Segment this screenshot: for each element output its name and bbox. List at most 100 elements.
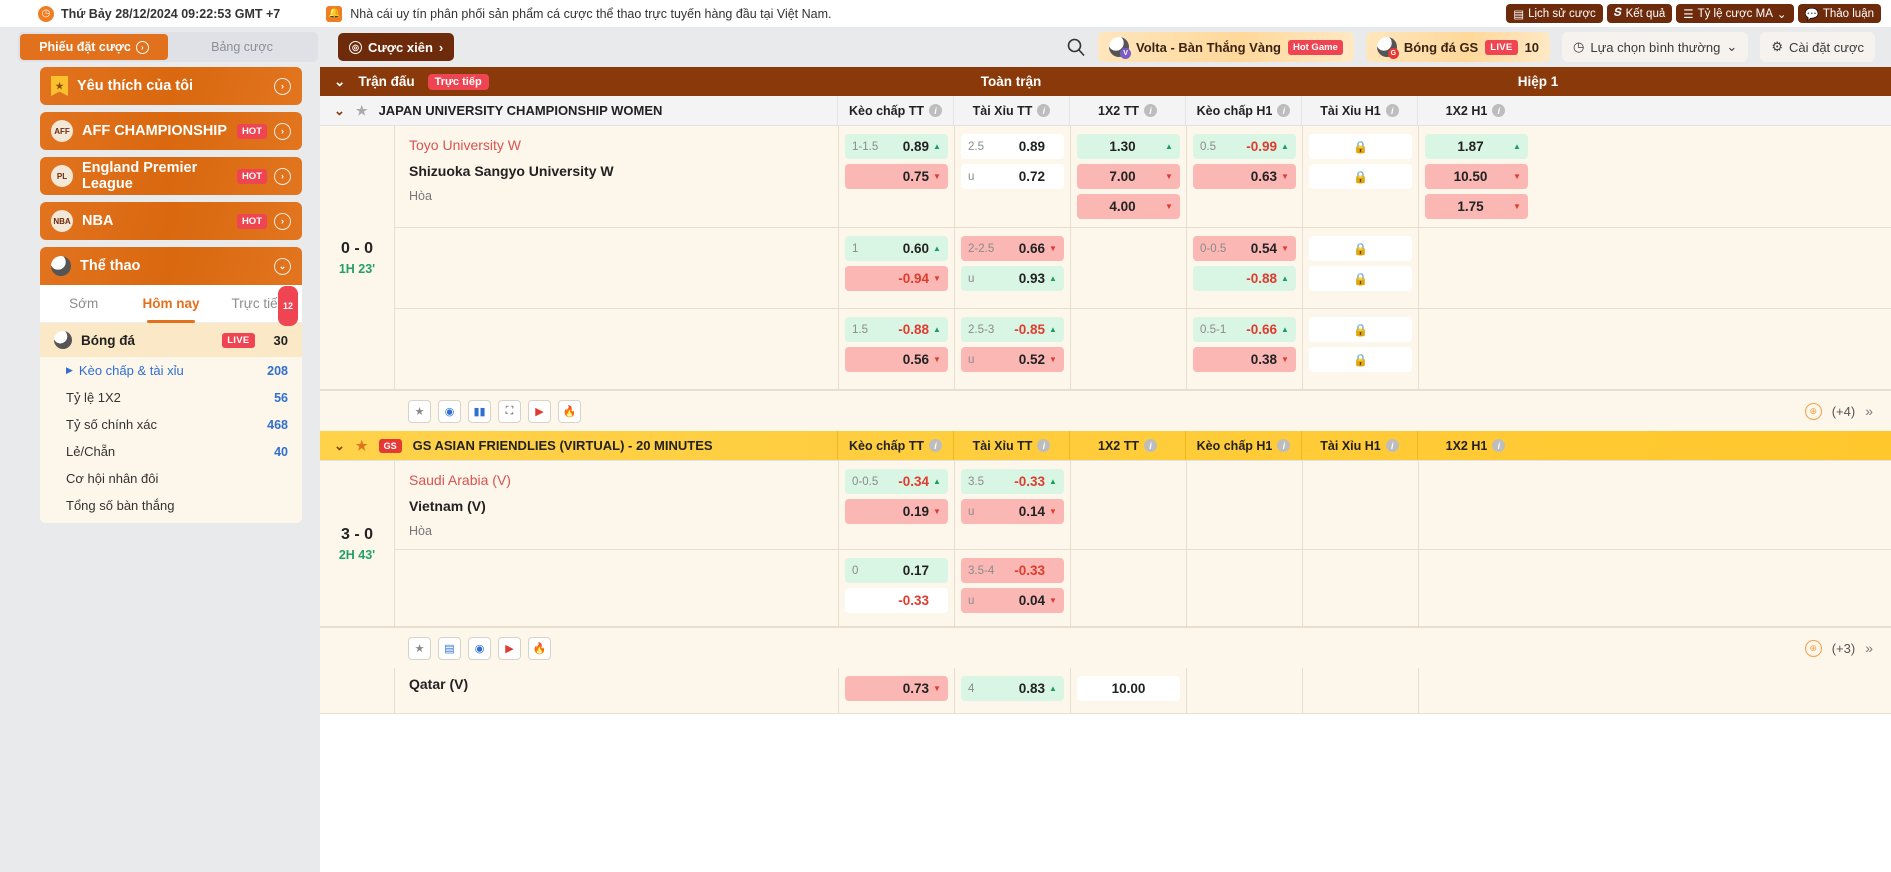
odds-cell[interactable]: 0.5-1 -0.66 ▲ — [1193, 317, 1296, 342]
odds-cell[interactable]: 2-2.5 0.66 ▼ — [961, 236, 1064, 261]
odds-cell[interactable]: 1.5 -0.88 ▲ — [845, 317, 948, 342]
market-item-odd-even[interactable]: Lẻ/Chẵn 40 — [40, 438, 302, 465]
odds-cell[interactable]: 10.50 ▼ — [1425, 164, 1528, 189]
market-item-correct-score[interactable]: Tỷ số chính xác 468 — [40, 411, 302, 438]
info-icon[interactable]: i — [1386, 439, 1399, 452]
odds-cell[interactable]: u 0.52 ▼ — [961, 347, 1064, 372]
odds-cell[interactable]: 3.5 -0.33 ▲ — [961, 469, 1064, 494]
odds-cell[interactable]: u 0.93 ▲ — [961, 266, 1064, 291]
sidebar-item-nba[interactable]: NBA NBA HOT › — [40, 202, 302, 240]
odds-cell[interactable]: -0.94 ▼ — [845, 266, 948, 291]
odds-ma-button[interactable]: ☰ Tỷ lệ cược MA ⌄ — [1676, 4, 1793, 23]
odds-cell[interactable]: u 0.04 ▼ — [961, 588, 1064, 613]
odds-cell[interactable]: 2.5 0.89 — [961, 134, 1064, 159]
info-icon[interactable]: i — [929, 439, 942, 452]
sport-head-football[interactable]: Bóng đá LIVE 30 — [40, 323, 302, 357]
parlay-button[interactable]: ◎ Cược xiên › — [338, 33, 454, 61]
fire-icon[interactable]: 🔥 — [558, 400, 581, 423]
chip-volta[interactable]: Volta - Bàn Thắng Vàng Hot Game — [1098, 32, 1354, 62]
odds-cell[interactable]: u 0.72 — [961, 164, 1064, 189]
sidebar-item-nba-label: NBA — [82, 213, 113, 229]
odds-cell[interactable]: 2.5-3 -0.85 ▲ — [961, 317, 1064, 342]
info-icon[interactable]: i — [1492, 439, 1505, 452]
league-gs-group[interactable]: ⌄ ★ GS GS ASIAN FRIENDLIES (VIRTUAL) - 2… — [320, 431, 837, 460]
tab-betslip[interactable]: Phiếu đặt cược › — [20, 34, 168, 60]
odds-cell[interactable]: 1.30 ▲ — [1077, 134, 1180, 159]
chevron-double-right-icon[interactable]: » — [1865, 640, 1873, 656]
results-button[interactable]: 𝑺 Kết quả — [1607, 4, 1673, 23]
star-icon[interactable]: ★ — [356, 103, 368, 119]
discussion-button[interactable]: 💬 Thảo luận — [1798, 4, 1881, 23]
odds-cell[interactable]: 1.87 ▲ — [1425, 134, 1528, 159]
odds-cell[interactable]: -0.88 ▲ — [1193, 266, 1296, 291]
info-icon[interactable]: i — [1386, 104, 1399, 117]
chip-normal-selection[interactable]: ◷ Lựa chọn bình thường ⌄ — [1562, 32, 1748, 62]
odds-cell[interactable]: 0-0.5 0.54 ▼ — [1193, 236, 1296, 261]
chevron-down-icon[interactable]: ⌄ — [334, 438, 345, 454]
market-item-double-chance[interactable]: Cơ hội nhân đôi — [40, 465, 302, 492]
fire-icon[interactable]: 🔥 — [528, 637, 551, 660]
chevron-down-icon[interactable]: ⌄ — [334, 74, 345, 90]
tab-live[interactable]: Trực tiếp 12 — [215, 285, 302, 323]
sidebar-item-aff-championship[interactable]: AFF AFF CHAMPIONSHIP HOT › — [40, 112, 302, 150]
odds-cell[interactable]: 1-1.5 0.89 ▲ — [845, 134, 948, 159]
market-item-total-goals[interactable]: Tổng số bàn thắng — [40, 492, 302, 519]
chevron-down-icon[interactable]: ⌄ — [334, 103, 345, 119]
sidebar-item-sports-label: Thể thao — [80, 258, 140, 274]
chip-bet-settings[interactable]: ⚙ Cài đặt cược — [1760, 32, 1875, 62]
tab-early[interactable]: Sớm — [40, 285, 127, 323]
odds-cell[interactable]: 4.00 ▼ — [1077, 194, 1180, 219]
tab-today[interactable]: Hôm nay — [127, 285, 214, 323]
odds-cell[interactable]: 0 0.17 — [845, 558, 948, 583]
sidebar-item-sports[interactable]: Thể thao ⌄ — [40, 247, 302, 285]
star-icon[interactable]: ★ — [408, 637, 431, 660]
star-icon[interactable]: ★ — [408, 400, 431, 423]
odds-cell[interactable]: 0.75 ▼ — [845, 164, 948, 189]
odds-cell[interactable]: 0-0.5 -0.34 ▲ — [845, 469, 948, 494]
odds-cell[interactable]: -0.33 — [845, 588, 948, 613]
odds-cell[interactable]: 0.63 ▼ — [1193, 164, 1296, 189]
market-item-handicap-ou[interactable]: ▶ Kèo chấp & tài xỉu 208 — [40, 357, 302, 384]
globe-icon[interactable]: ⊕ — [1805, 403, 1822, 420]
chevron-double-right-icon[interactable]: » — [1865, 403, 1873, 419]
bet-history-button[interactable]: ▤ Lịch sử cược — [1506, 4, 1603, 23]
video-icon[interactable]: ▶ — [498, 637, 521, 660]
odds-cell[interactable]: 10.00 — [1077, 676, 1180, 701]
league-japan-group[interactable]: ⌄ ★ JAPAN UNIVERSITY CHAMPIONSHIP WOMEN — [320, 96, 837, 125]
odds-cell[interactable]: 4 0.83 ▲ — [961, 676, 1064, 701]
odds-cell[interactable]: 1.75 ▼ — [1425, 194, 1528, 219]
odds-cell[interactable]: 0.73 ▼ — [845, 676, 948, 701]
info-icon[interactable]: i — [1144, 104, 1157, 117]
video-icon[interactable]: ▶ — [528, 400, 551, 423]
info-icon[interactable]: i — [1144, 439, 1157, 452]
globe-icon[interactable]: ⊕ — [1805, 640, 1822, 657]
pitch-icon[interactable]: ⛶ — [498, 400, 521, 423]
eye-icon[interactable]: ◉ — [438, 400, 461, 423]
info-icon[interactable]: i — [929, 104, 942, 117]
odds-cell[interactable]: 0.56 ▼ — [845, 347, 948, 372]
odds-cell[interactable]: 0.5 -0.99 ▲ — [1193, 134, 1296, 159]
search-icon[interactable] — [1066, 37, 1086, 57]
market-item-1x2[interactable]: Tỷ lệ 1X2 56 — [40, 384, 302, 411]
odds-cell[interactable]: 1 0.60 ▲ — [845, 236, 948, 261]
odds-cell[interactable]: 0.19 ▼ — [845, 499, 948, 524]
tab-betboard[interactable]: Bảng cược — [168, 34, 316, 60]
info-icon[interactable]: i — [1492, 104, 1505, 117]
odds-table-header: ⌄ Trận đấu Trực tiếp Toàn trận Hiệp 1 — [320, 67, 1891, 96]
sidebar-item-epl[interactable]: PL England Premier League HOT › — [40, 157, 302, 195]
info-icon[interactable]: i — [1277, 104, 1290, 117]
odds-cell[interactable]: 7.00 ▼ — [1077, 164, 1180, 189]
stats-icon[interactable]: ▮▮ — [468, 400, 491, 423]
chip-football-gs[interactable]: Bóng đá GS LIVE 10 — [1366, 32, 1550, 62]
list-icon[interactable]: ▤ — [438, 637, 461, 660]
sidebar-item-favorites[interactable]: ★ Yêu thích của tôi › — [40, 67, 302, 105]
odds-cell[interactable]: u 0.14 ▼ — [961, 499, 1064, 524]
odds-cell-1x2-tt: 10.00 — [1070, 668, 1186, 713]
odds-cell[interactable]: 3.5-4 -0.33 — [961, 558, 1064, 583]
info-icon[interactable]: i — [1037, 104, 1050, 117]
info-icon[interactable]: i — [1037, 439, 1050, 452]
star-icon[interactable]: ★ — [356, 438, 368, 454]
odds-cell[interactable]: 0.38 ▼ — [1193, 347, 1296, 372]
info-icon[interactable]: i — [1277, 439, 1290, 452]
eye-icon[interactable]: ◉ — [468, 637, 491, 660]
